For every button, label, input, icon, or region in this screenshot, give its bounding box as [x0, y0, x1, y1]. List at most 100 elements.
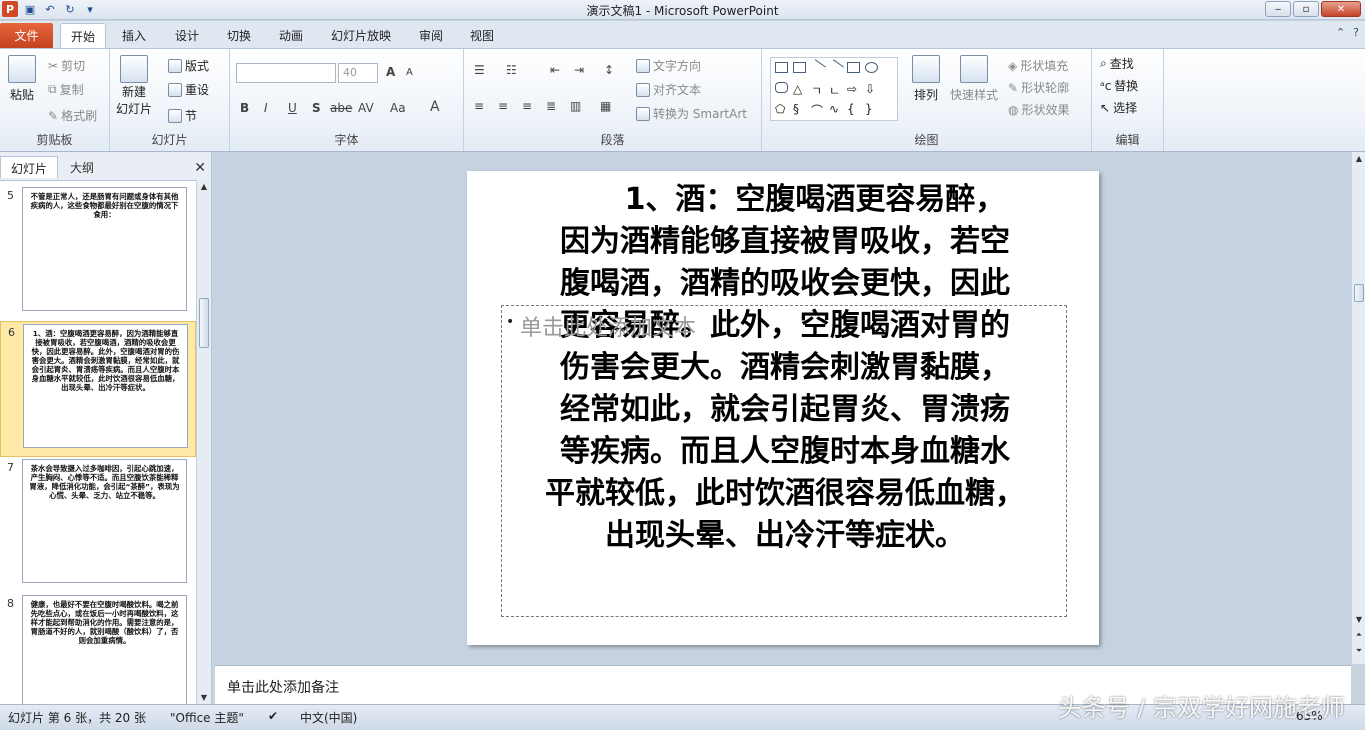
shadow-button[interactable]: S	[312, 101, 321, 115]
new-slide-button[interactable]: 新建 幻灯片	[116, 55, 152, 117]
previous-slide-icon[interactable]: ⏶	[1352, 630, 1365, 640]
quick-styles-button[interactable]: 快速样式	[950, 55, 998, 103]
section-button[interactable]: 节	[168, 107, 197, 124]
editor-scroll-up-icon[interactable]: ▲	[1352, 154, 1365, 163]
slide-thumbnail[interactable]: 健康，也最好不要在空腹时喝酸饮料。喝之前先吃些点心，或在饭后一小时再喝酸饮料，这…	[22, 595, 187, 704]
next-slide-icon[interactable]: ⏷	[1352, 646, 1365, 656]
align-text-button[interactable]: 对齐文本	[636, 81, 701, 98]
align-center-icon[interactable]: ≡	[498, 99, 508, 113]
thumbnail-row-7[interactable]: 7 茶水会导致摄入过多咖啡因，引起心跳加速，产生胸闷、心悸等不适。而且空腹饮茶能…	[0, 457, 196, 593]
slide-thumbnail[interactable]: 茶水会导致摄入过多咖啡因，引起心跳加速，产生胸闷、心悸等不适。而且空腹饮茶能稀释…	[22, 459, 187, 583]
elbow-connector-shape-icon[interactable]: ㄱ	[811, 82, 824, 98]
tab-home[interactable]: 开始	[60, 23, 107, 48]
editor-scroll-down-icon[interactable]: ▼	[1352, 615, 1365, 624]
curve-shape-icon[interactable]: ∿	[829, 102, 842, 116]
decrease-indent-icon[interactable]: ⇤	[550, 63, 560, 77]
tab-outline-panel[interactable]: 大纲	[60, 156, 118, 178]
right-arrow-shape-icon[interactable]: ⇨	[847, 82, 860, 96]
maximize-button[interactable]: ▫	[1293, 1, 1319, 17]
align-right-icon[interactable]: ≡	[522, 99, 532, 113]
shape-effects-button[interactable]: ◍ 形状效果	[1008, 101, 1070, 118]
slide-thumbnail[interactable]: 不管是正常人，还是肠胃有问题或身体有其他疾病的人，这些食物都最好别在空腹的情况下…	[22, 187, 187, 311]
copy-button[interactable]: ⧉ 复制	[48, 81, 84, 98]
italic-button[interactable]: I	[264, 101, 268, 115]
tab-view[interactable]: 视图	[460, 23, 504, 48]
rounded-rectangle-shape-icon[interactable]	[775, 82, 788, 93]
bullets-icon[interactable]: ☰	[474, 63, 485, 77]
grow-font-button[interactable]: A	[386, 65, 395, 79]
tab-design[interactable]: 设计	[165, 23, 209, 48]
oval-shape-icon[interactable]	[865, 62, 878, 73]
slide-thumbnail[interactable]: 1、酒：空腹喝酒更容易醉，因为酒精能够直接被胃吸收，若空腹喝酒，酒精的吸收会更快…	[23, 324, 188, 448]
layout-button[interactable]: 版式	[168, 57, 209, 74]
paste-button[interactable]: 粘贴	[8, 55, 36, 103]
tab-transitions[interactable]: 切换	[217, 23, 261, 48]
freeform-shape-icon[interactable]: §	[793, 102, 806, 116]
font-color-button[interactable]: A	[430, 99, 440, 115]
arrow-shape-icon[interactable]	[827, 59, 844, 76]
align-left-icon[interactable]: ≡	[474, 99, 484, 113]
minimize-button[interactable]: ‒	[1265, 1, 1291, 17]
shrink-font-button[interactable]: A	[406, 67, 413, 78]
increase-indent-icon[interactable]: ⇥	[574, 63, 584, 77]
left-brace-shape-icon[interactable]: {	[847, 102, 860, 116]
thumbnail-row-6[interactable]: 6 1、酒：空腹喝酒更容易醉，因为酒精能够直接被胃吸收，若空腹喝酒，酒精的吸收会…	[0, 321, 196, 457]
select-button[interactable]: ↖ 选择	[1100, 99, 1137, 116]
editor-scroll-thumb[interactable]	[1354, 284, 1364, 302]
scroll-down-icon[interactable]: ▼	[197, 693, 211, 702]
text-box-shape-icon[interactable]	[775, 62, 788, 73]
shape-outline-button[interactable]: ✎ 形状轮廓	[1008, 79, 1069, 96]
tab-insert[interactable]: 插入	[112, 23, 156, 48]
find-button[interactable]: ⌕ 查找	[1100, 55, 1134, 72]
collapse-ribbon-icon[interactable]: ⌃	[1336, 26, 1345, 39]
editor-scrollbar[interactable]: ▲ ▼ ⏶ ⏷	[1351, 152, 1365, 664]
character-spacing-button[interactable]: AV	[358, 101, 374, 115]
numbering-icon[interactable]: ☷	[506, 63, 517, 77]
font-name-combo[interactable]	[236, 63, 336, 83]
font-size-combo[interactable]: 40	[338, 63, 378, 83]
columns-icon[interactable]: ▦	[600, 99, 611, 113]
pentagon-shape-icon[interactable]: ⬠	[775, 102, 788, 116]
arrange-button[interactable]: 排列	[912, 55, 940, 103]
tab-review[interactable]: 审阅	[409, 23, 453, 48]
tab-slideshow[interactable]: 幻灯片放映	[321, 23, 401, 48]
thumbnail-row-5[interactable]: 5 不管是正常人，还是肠胃有问题或身体有其他疾病的人，这些食物都最好别在空腹的情…	[0, 185, 196, 321]
strikethrough-button[interactable]: abe	[330, 101, 352, 115]
close-panel-icon[interactable]: ✕	[194, 160, 206, 176]
content-placeholder[interactable]: • 单击此处添加文本	[501, 305, 1067, 617]
scroll-up-icon[interactable]: ▲	[197, 182, 211, 191]
format-painter-button[interactable]: ✎ 格式刷	[48, 107, 97, 124]
spell-check-icon[interactable]: ✔	[268, 709, 278, 723]
underline-button[interactable]: U	[288, 101, 297, 115]
help-icon[interactable]: ?	[1353, 26, 1359, 39]
right-brace-shape-icon[interactable]: }	[865, 102, 878, 116]
shape-fill-button[interactable]: ◈ 形状填充	[1008, 57, 1068, 74]
thumbnail-row-8[interactable]: 8 健康，也最好不要在空腹时喝酸饮料。喝之前先吃些点心，或在饭后一小时再喝酸饮料…	[0, 593, 196, 704]
close-button[interactable]: ✕	[1321, 1, 1361, 17]
bold-button[interactable]: B	[240, 101, 249, 115]
triangle-shape-icon[interactable]: △	[793, 82, 806, 96]
down-arrow-shape-icon[interactable]: ⇩	[865, 82, 878, 96]
vertical-text-shape-icon[interactable]	[793, 62, 806, 73]
line-spacing-icon[interactable]: ↕	[604, 63, 614, 77]
convert-smartart-button[interactable]: 转换为 SmartArt	[636, 105, 747, 122]
tab-file[interactable]: 文件	[0, 23, 53, 48]
shapes-gallery[interactable]: △ ㄱ ㄴ ⇨ ⇩ ⬠ § ⌒ ∿ { }	[770, 57, 898, 121]
replace-button[interactable]: ᵃc 替换	[1100, 77, 1138, 94]
rectangle-shape-icon[interactable]	[847, 62, 860, 73]
tab-animations[interactable]: 动画	[269, 23, 313, 48]
panel-scrollbar[interactable]: ▲ ▼	[196, 180, 210, 704]
reset-button[interactable]: 重设	[168, 81, 209, 98]
arc-shape-icon[interactable]: ⌒	[811, 102, 824, 118]
text-direction-button[interactable]: 文字方向	[636, 57, 701, 74]
elbow-arrow-shape-icon[interactable]: ㄴ	[829, 82, 842, 98]
line-shape-icon[interactable]	[809, 59, 826, 76]
cut-button[interactable]: ✂ 剪切	[48, 57, 85, 74]
language-status[interactable]: 中文(中国)	[300, 709, 357, 726]
change-case-button[interactable]: Aa	[390, 101, 406, 115]
distributed-icon[interactable]: ▥	[570, 99, 581, 113]
justify-icon[interactable]: ≣	[546, 99, 556, 113]
slide-canvas[interactable]: 1、酒：空腹喝酒更容易醉， 因为酒精能够直接被胃吸收，若空 腹喝酒，酒精的吸收会…	[467, 171, 1099, 645]
panel-scroll-thumb[interactable]	[199, 298, 209, 348]
tab-slides-panel[interactable]: 幻灯片	[0, 156, 58, 178]
